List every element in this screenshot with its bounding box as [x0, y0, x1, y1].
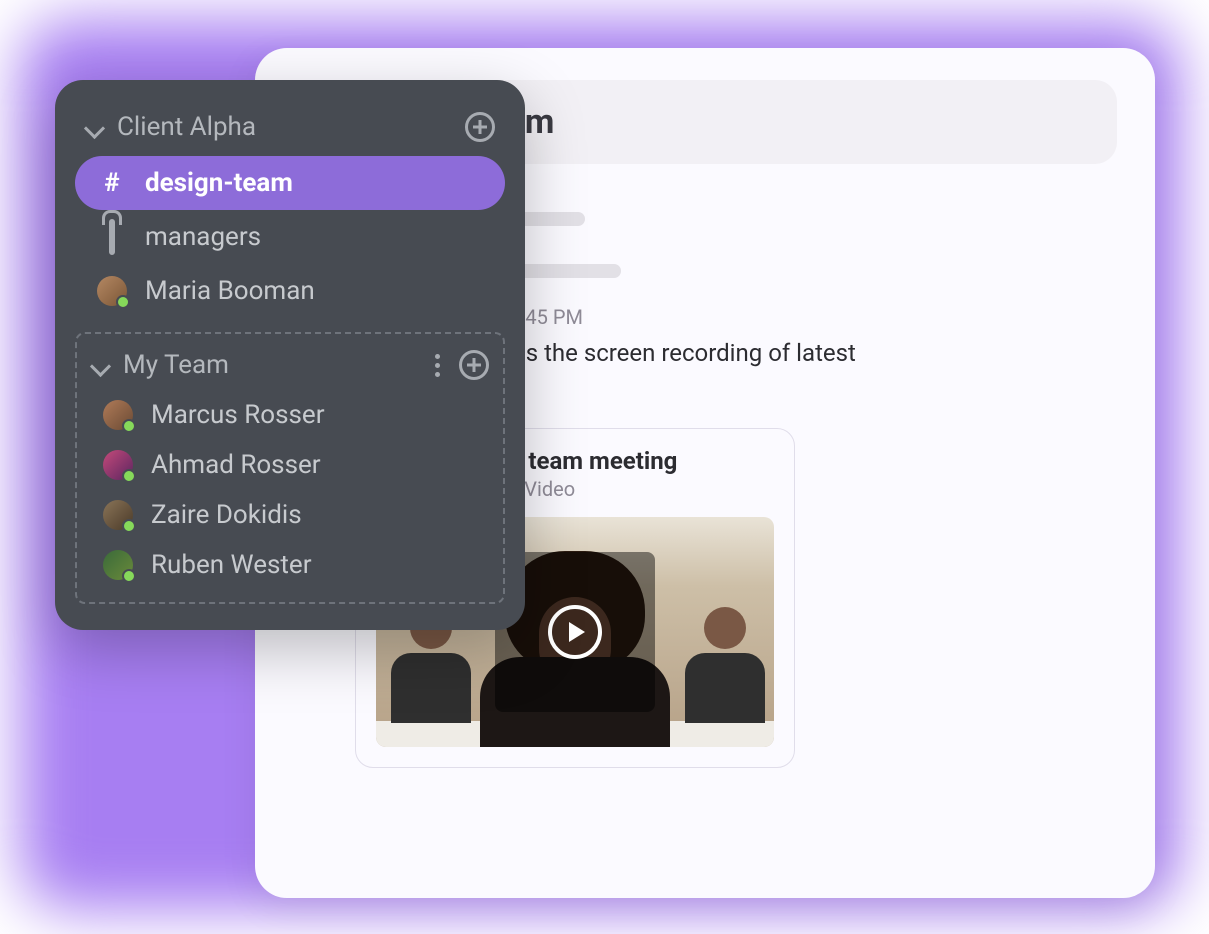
member-label: Marcus Rosser	[151, 400, 325, 430]
sidebar-section-title: My Team	[123, 350, 415, 380]
channel-label: design-team	[145, 168, 293, 198]
presence-indicator	[122, 519, 136, 533]
presence-indicator	[122, 419, 136, 433]
chevron-down-icon	[85, 117, 105, 137]
member-label: Ahmad Rosser	[151, 450, 321, 480]
sidebar-dm-maria[interactable]: Maria Booman	[75, 264, 505, 318]
member-label: Zaire Dokidis	[151, 500, 302, 530]
sidebar-member-zaire[interactable]: Zaire Dokidis	[81, 490, 499, 540]
presence-indicator	[116, 295, 130, 309]
more-options-button[interactable]	[427, 350, 447, 380]
sidebar-member-ahmad[interactable]: Ahmad Rosser	[81, 440, 499, 490]
add-member-button[interactable]	[459, 350, 489, 380]
avatar	[103, 400, 133, 430]
play-icon	[548, 605, 602, 659]
avatar	[103, 500, 133, 530]
sidebar: Client Alpha # design-team managers Mari…	[55, 80, 525, 630]
add-channel-button[interactable]	[465, 112, 495, 142]
sidebar-member-marcus[interactable]: Marcus Rosser	[81, 390, 499, 440]
sidebar-channel-managers[interactable]: managers	[75, 210, 505, 264]
sidebar-channel-design-team[interactable]: # design-team	[75, 156, 505, 210]
avatar	[103, 450, 133, 480]
chevron-down-icon	[91, 355, 111, 375]
sidebar-section-header-team[interactable]: My Team	[81, 344, 499, 390]
sidebar-section-title: Client Alpha	[117, 112, 453, 142]
presence-indicator	[122, 569, 136, 583]
hash-icon: #	[97, 168, 127, 198]
sidebar-member-ruben[interactable]: Ruben Wester	[81, 540, 499, 590]
avatar	[97, 276, 127, 306]
sidebar-section-header-client[interactable]: Client Alpha	[75, 104, 505, 156]
avatar	[103, 550, 133, 580]
presence-indicator	[122, 469, 136, 483]
dm-label: Maria Booman	[145, 276, 315, 306]
sidebar-section-my-team: My Team Marcus Rosser Ahmad Rosser Zaire…	[75, 332, 505, 604]
channel-label: managers	[145, 222, 261, 252]
lock-icon	[97, 222, 127, 252]
member-label: Ruben Wester	[151, 550, 312, 580]
